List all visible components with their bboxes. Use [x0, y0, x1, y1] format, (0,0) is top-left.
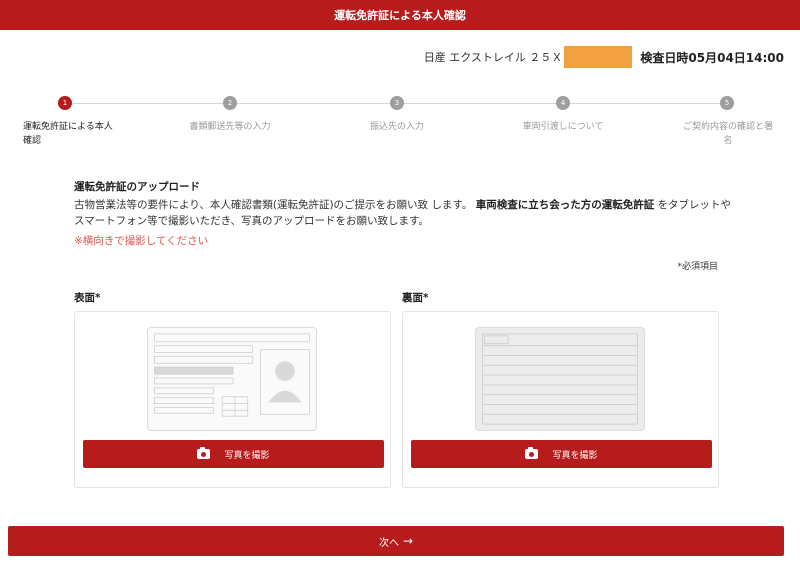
description-text: 古物営業法等の要件により、本人確認書類(運転免許証)のご提示をお願い致 します。 — [74, 199, 473, 211]
front-capture-button[interactable]: 写真を撮影 — [83, 440, 384, 468]
page-title: 運転免許証による本人確認 — [334, 9, 466, 22]
license-front-illustration — [147, 327, 317, 431]
step-5-label: ご契約内容の確認と署名 — [682, 122, 773, 146]
front-label: 表面* — [74, 292, 101, 304]
back-label: 裏面* — [402, 292, 429, 304]
step-connector — [404, 103, 556, 104]
redacted-area — [564, 46, 633, 68]
step-connector — [72, 103, 223, 104]
step-connector — [570, 103, 720, 104]
front-upload-card: 写真を撮影 — [74, 311, 391, 488]
step-2-label: 書類郵送先等の入力 — [189, 122, 271, 132]
camera-icon — [525, 447, 539, 459]
vehicle-info: 日産 エクストレイル ２５Ｘ 検査日時05月04日14:00 — [424, 46, 784, 68]
step-3-label: 振込先の入力 — [369, 122, 424, 132]
required-note: *必須項目 — [677, 262, 718, 272]
back-capture-button[interactable]: 写真を撮影 — [411, 440, 712, 468]
step-connector — [237, 103, 390, 104]
upload-title: 運転免許証のアップロード — [74, 181, 200, 193]
step-4-label: 車両引渡しについて — [522, 122, 604, 132]
step-1-label: 運転免許証による本人確認 — [23, 122, 113, 146]
arrow-right-icon: → — [402, 534, 414, 548]
upload-instructions: 運転免許証のアップロード 古物営業法等の要件により、本人確認書類(運転免許証)の… — [74, 179, 734, 248]
upload-description: 古物営業法等の要件により、本人確認書類(運転免許証)のご提示をお願い致 します。… — [74, 197, 734, 229]
inspection-datetime: 検査日時05月04日14:00 — [640, 50, 784, 65]
camera-icon — [197, 447, 211, 459]
progress-stepper: 1 2 3 4 5 運転免許証による本人確認 書類郵送先等の入力 振込先の入力 … — [0, 96, 800, 156]
orientation-warning: ※横向きで撮影してください — [74, 235, 209, 247]
step-5-indicator: 5 — [720, 96, 734, 110]
description-emphasis: 車両検査に立ち会った方の運転免許証 — [475, 199, 655, 211]
front-capture-label: 写真を撮影 — [224, 450, 270, 461]
next-button[interactable]: 次へ → — [8, 526, 784, 556]
next-button-label: 次へ — [378, 537, 399, 549]
step-3-indicator: 3 — [390, 96, 404, 110]
back-capture-label: 写真を撮影 — [552, 450, 598, 461]
back-upload-card: 写真を撮影 — [402, 311, 719, 488]
header-bar: 運転免許証による本人確認 — [0, 0, 800, 30]
step-1-indicator: 1 — [58, 96, 72, 110]
vehicle-name: 日産 エクストレイル ２５Ｘ — [423, 51, 563, 64]
step-4-indicator: 4 — [556, 96, 570, 110]
step-2-indicator: 2 — [223, 96, 237, 110]
license-back-illustration — [475, 327, 645, 431]
